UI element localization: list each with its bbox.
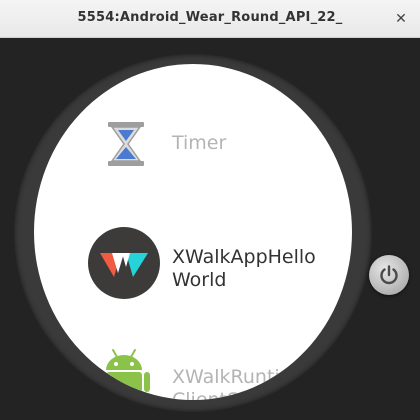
xwalk-logo-icon [88,227,160,299]
emulator-screen: Timer XWalkAppHelloWorld XWalkRuntimeCli… [0,38,420,420]
power-button[interactable] [369,255,409,295]
watch-face[interactable]: Timer XWalkAppHelloWorld XWalkRuntimeCli… [34,64,352,400]
app-label: XWalkRuntimeClientShell [172,366,310,400]
window-title: 5554:Android_Wear_Round_API_22_ [77,10,343,25]
hourglass-icon [108,122,144,166]
app-label: Timer [172,132,227,154]
close-button[interactable]: ✕ [390,8,412,30]
android-robot-icon [98,349,150,400]
emulator-window: 5554:Android_Wear_Round_API_22_ ✕ Timer [0,0,420,420]
title-bar: 5554:Android_Wear_Round_API_22_ ✕ [0,0,420,38]
app-item-xwalk-hello-world[interactable]: XWalkAppHelloWorld [34,222,352,302]
app-item-xwalk-runtime-client-shell[interactable]: XWalkRuntimeClientShell [34,340,352,400]
app-label: XWalkAppHelloWorld [172,246,316,291]
app-item-timer[interactable]: Timer [34,104,352,184]
power-icon [380,265,398,285]
